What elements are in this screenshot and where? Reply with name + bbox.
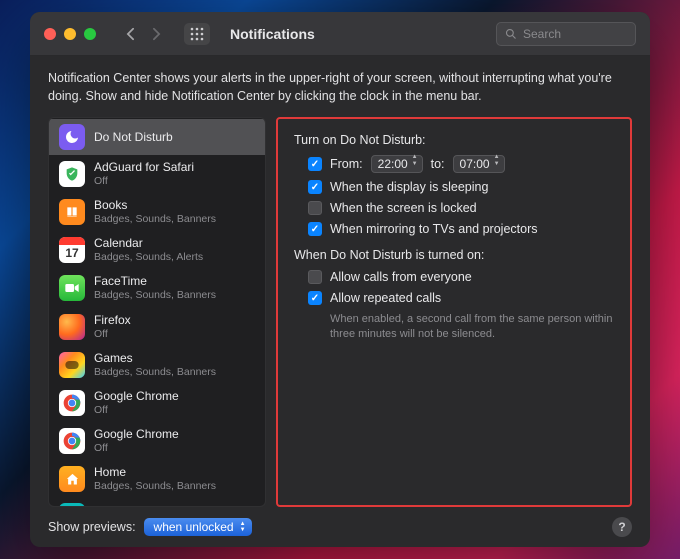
app-item-calendar[interactable]: 17 Calendar Badges, Sounds, Alerts (49, 231, 265, 269)
app-sub: Badges, Sounds, Banners (94, 213, 216, 226)
checkbox-sleeping[interactable] (308, 180, 322, 194)
app-item-firefox[interactable]: Firefox Off (49, 308, 265, 346)
app-item-home[interactable]: Home Badges, Sounds, Banners (49, 460, 265, 498)
repeated-calls-note: When enabled, a second call from the sam… (330, 312, 614, 342)
moon-icon (59, 124, 85, 150)
app-name: Google Chrome (94, 389, 179, 404)
opt-allow-repeated[interactable]: Allow repeated calls (308, 291, 614, 305)
dnd-turn-on-heading: Turn on Do Not Disturb: (294, 133, 614, 147)
app-name: Calendar (94, 236, 203, 251)
app-name: Games (94, 351, 216, 366)
app-item-chrome-1[interactable]: Google Chrome Off (49, 384, 265, 422)
chrome-icon (59, 390, 85, 416)
app-sub: Off (94, 442, 179, 455)
app-sub: Off (94, 175, 194, 188)
opt-mirroring[interactable]: When mirroring to TVs and projectors (308, 222, 614, 236)
app-name: Google Chrome (94, 427, 179, 442)
home-icon (59, 466, 85, 492)
previews-dropdown[interactable]: when unlocked ▲▼ (144, 518, 252, 536)
show-all-button[interactable] (184, 23, 210, 45)
search-input[interactable]: Search (496, 22, 636, 46)
app-list[interactable]: Do Not Disturb AdGuard for Safari Off (48, 117, 266, 507)
app-sub: Badges, Sounds, Alerts (94, 251, 203, 264)
app-name: AdGuard for Safari (94, 160, 194, 175)
checkbox-mirroring[interactable] (308, 222, 322, 236)
calendar-icon: 17 (59, 237, 85, 263)
stepper-icon[interactable]: ▲▼ (494, 157, 500, 171)
to-time-field[interactable]: 07:00 ▲▼ (453, 155, 505, 173)
app-sub: Badges, Sounds, Banners (94, 366, 216, 379)
checkbox-allow-everyone[interactable] (308, 270, 322, 284)
titlebar: Notifications Search (30, 12, 650, 56)
opt-display-sleeping[interactable]: When the display is sleeping (308, 180, 614, 194)
window-controls (44, 28, 96, 40)
search-icon (505, 28, 517, 40)
search-placeholder: Search (523, 27, 561, 41)
app-name: FaceTime (94, 274, 216, 289)
book-icon (59, 199, 85, 225)
app-name: Firefox (94, 313, 131, 328)
main-row: Do Not Disturb AdGuard for Safari Off (48, 117, 632, 507)
zoom-button[interactable] (84, 28, 96, 40)
from-label: From: (330, 157, 363, 171)
app-item-do-not-disturb[interactable]: Do Not Disturb (49, 119, 265, 155)
gamepad-icon (59, 352, 85, 378)
checkbox-allow-repeated[interactable] (308, 291, 322, 305)
forward-button[interactable] (146, 24, 166, 44)
dnd-settings-panel: Turn on Do Not Disturb: From: 22:00 ▲▼ t… (276, 117, 632, 507)
firefox-icon (59, 314, 85, 340)
checkbox-schedule[interactable] (308, 157, 322, 171)
app-item-logitech[interactable]: Logitech Options Daemon (49, 498, 265, 507)
footer-row: Show previews: when unlocked ▲▼ ? (48, 507, 632, 537)
checkbox-locked[interactable] (308, 201, 322, 215)
video-icon (59, 275, 85, 301)
app-item-facetime[interactable]: FaceTime Badges, Sounds, Banners (49, 269, 265, 307)
dnd-from-row: From: 22:00 ▲▼ to: 07:00 ▲▼ (308, 155, 614, 173)
app-item-books[interactable]: Books Badges, Sounds, Banners (49, 193, 265, 231)
minimize-button[interactable] (64, 28, 76, 40)
app-name: Home (94, 465, 216, 480)
app-sub: Off (94, 328, 131, 341)
back-button[interactable] (120, 24, 140, 44)
app-item-chrome-2[interactable]: Google Chrome Off (49, 422, 265, 460)
app-item-games[interactable]: Games Badges, Sounds, Banners (49, 346, 265, 384)
close-button[interactable] (44, 28, 56, 40)
from-time-field[interactable]: 22:00 ▲▼ (371, 155, 423, 173)
help-button[interactable]: ? (612, 517, 632, 537)
stepper-icon[interactable]: ▲▼ (412, 157, 418, 171)
app-sub: Badges, Sounds, Banners (94, 289, 216, 302)
chrome-icon (59, 428, 85, 454)
preferences-window: Notifications Search Notification Center… (30, 12, 650, 547)
app-name: Books (94, 198, 216, 213)
content-area: Notification Center shows your alerts in… (30, 56, 650, 547)
shield-icon (59, 161, 85, 187)
opt-allow-everyone[interactable]: Allow calls from everyone (308, 270, 614, 284)
to-label: to: (431, 157, 445, 171)
app-item-adguard[interactable]: AdGuard for Safari Off (49, 155, 265, 193)
window-title: Notifications (230, 26, 315, 42)
description-text: Notification Center shows your alerts in… (48, 70, 632, 105)
app-sub: Badges, Sounds, Banners (94, 480, 216, 493)
opt-screen-locked[interactable]: When the screen is locked (308, 201, 614, 215)
nav-arrows (120, 24, 166, 44)
app-sub: Off (94, 404, 179, 417)
dnd-on-heading: When Do Not Disturb is turned on: (294, 248, 614, 262)
previews-label: Show previews: (48, 520, 136, 534)
app-name: Do Not Disturb (94, 130, 173, 145)
chevron-updown-icon: ▲▼ (240, 521, 246, 533)
